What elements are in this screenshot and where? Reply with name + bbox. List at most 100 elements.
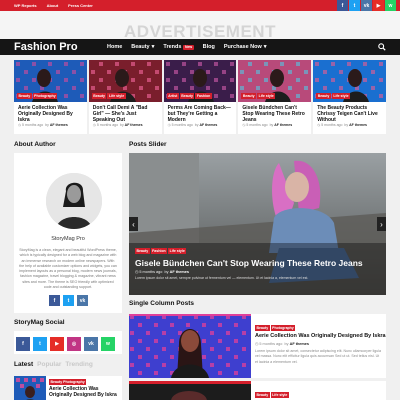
post-author[interactable]: AF themes: [349, 123, 367, 127]
slider-tag[interactable]: Beauty: [135, 248, 150, 254]
nav-item-label: Trends: [163, 44, 182, 50]
single-post-1-title[interactable]: Aerie Collection Was Originally Designed…: [255, 333, 386, 339]
slider-meta: ◷ 5 months ago by AF themes: [135, 270, 189, 274]
top-bar: WP Reports About Press Center f t vk ▶ w: [0, 0, 400, 11]
chevron-down-icon: ▾: [151, 44, 155, 50]
main-nav: Fashion Pro Home Beauty ▾ Trends New Blog …: [0, 39, 400, 55]
slider-title[interactable]: Gisele Bündchen Can't Stop Wearing These…: [135, 258, 363, 268]
nav-item-trends[interactable]: Trends New: [163, 44, 194, 50]
vk-icon[interactable]: vk: [77, 295, 88, 306]
carousel-card[interactable]: Beauty Life style Gisele Bündchen Can't St…: [238, 60, 312, 134]
latest-post-thumbnail[interactable]: [14, 376, 46, 400]
twitter-icon[interactable]: t: [33, 337, 47, 351]
top-link-wp-reports[interactable]: WP Reports: [14, 3, 37, 8]
carousel-card-meta: ◷ 5 months ago by AF themes: [317, 123, 367, 127]
social-icons: f t ▶ ◎ vk w: [16, 337, 115, 351]
tab-latest[interactable]: Latest: [14, 361, 33, 368]
vk-icon[interactable]: vk: [361, 0, 372, 11]
carousel-card-title[interactable]: Aerie Collection Was Originally Designed…: [18, 105, 84, 123]
carousel-card[interactable]: Artist Beauty Fashion Perms Are Coming Back…: [163, 60, 237, 134]
post-author[interactable]: AF themes: [50, 123, 68, 127]
whatsapp-icon[interactable]: w: [385, 0, 396, 11]
youtube-icon[interactable]: ▶: [373, 0, 384, 11]
post-time: 5 months ago: [22, 123, 44, 127]
featured-carousel: Beauty Photography Aerie Collection Was Or…: [14, 60, 386, 134]
carousel-card-title[interactable]: Gisele Bündchen Can't Stop Wearing These…: [242, 105, 308, 123]
nav-item-beauty[interactable]: Beauty ▾: [131, 44, 154, 50]
youtube-icon[interactable]: ▶: [50, 337, 64, 351]
post-tag[interactable]: Artist: [166, 93, 179, 99]
post-author[interactable]: AF themes: [199, 123, 217, 127]
post-tag[interactable]: Life style: [270, 392, 289, 398]
latest-post-item[interactable]: Beauty Photography Aerie Collection Was …: [14, 376, 122, 400]
post-time: 5 months ago: [246, 123, 268, 127]
post-tag[interactable]: Life style: [107, 93, 126, 99]
carousel-card[interactable]: Beauty Life style The Beauty Products Chri…: [313, 60, 386, 134]
tab-trending[interactable]: Trending: [65, 361, 92, 368]
carousel-card-title[interactable]: Don't Call Demi A "Bad Girl" — She's Jus…: [93, 105, 159, 123]
carousel-card[interactable]: Beauty Life style Don't Call Demi A "Bad G…: [88, 60, 162, 134]
post-tag[interactable]: Beauty: [255, 325, 270, 331]
top-link-about[interactable]: About: [47, 3, 59, 8]
post-time: 5 months ago: [171, 123, 193, 127]
nav-item-label: Purchase Now: [223, 44, 262, 50]
post-tag[interactable]: Beauty: [316, 93, 331, 99]
single-post-2-image[interactable]: [129, 381, 251, 400]
tab-popular[interactable]: Popular: [37, 361, 61, 368]
slider-tags: Beauty Fashion Life style: [135, 248, 187, 254]
slider-author[interactable]: AF themes: [170, 270, 189, 274]
carousel-card-meta: ◷ 5 months ago by AF themes: [167, 123, 218, 127]
single-post-1-image[interactable]: [129, 314, 251, 378]
search-icon[interactable]: [378, 43, 386, 51]
post-tabs: Latest Popular Trending: [14, 361, 93, 368]
post-tag[interactable]: Life style: [331, 93, 351, 99]
post-tag[interactable]: Beauty: [241, 93, 257, 99]
posts-slider[interactable]: ‹ › Beauty Fashion Life style Gisele Bün…: [129, 153, 386, 295]
advertisement-banner[interactable]: ADVERTISEMENT BANNER ADVERTISEMENT SECTI…: [0, 11, 400, 45]
post-tag[interactable]: Life style: [257, 93, 276, 99]
nav-item-home[interactable]: Home: [107, 44, 122, 50]
carousel-card-title[interactable]: Perms Are Coming Back—but They're Gettin…: [168, 105, 234, 123]
post-tag[interactable]: Beauty: [17, 93, 32, 99]
slider-tag[interactable]: Fashion: [150, 248, 168, 254]
nav-item-blog[interactable]: Blog: [203, 44, 215, 50]
latest-post-tags[interactable]: Beauty Photography: [49, 379, 87, 385]
twitter-icon[interactable]: t: [349, 0, 360, 11]
post-time: 5 months ago: [259, 342, 283, 346]
post-tag[interactable]: Photography: [270, 325, 296, 331]
single-post-2: Beauty Life style: [129, 381, 386, 400]
twitter-icon[interactable]: t: [63, 295, 74, 306]
post-tag[interactable]: Fashion: [195, 93, 212, 99]
single-post-2-tags: Beauty Life style: [255, 392, 289, 398]
carousel-card-tags: Beauty Photography: [17, 93, 58, 99]
whatsapp-icon[interactable]: w: [101, 337, 115, 351]
post-tag[interactable]: Beauty: [179, 93, 195, 99]
facebook-icon[interactable]: f: [337, 0, 348, 11]
post-author[interactable]: AF themes: [274, 123, 292, 127]
vk-icon[interactable]: vk: [84, 337, 98, 351]
site-brand[interactable]: Fashion Pro: [14, 39, 78, 55]
facebook-icon[interactable]: f: [49, 295, 60, 306]
top-link-press-center[interactable]: Press Center: [68, 3, 93, 8]
latest-post-title[interactable]: Aerie Collection Was Originally Designed…: [49, 386, 121, 398]
post-tag[interactable]: Photography: [32, 93, 58, 99]
post-tag[interactable]: Beauty: [91, 93, 107, 99]
posts-slider-heading: Posts Slider: [129, 141, 167, 148]
post-author[interactable]: AF themes: [290, 342, 309, 346]
carousel-card-title[interactable]: The Beauty Products Chrissy Teigen Can't…: [317, 105, 383, 123]
facebook-icon[interactable]: f: [16, 337, 30, 351]
slider-tag[interactable]: Life style: [168, 248, 187, 254]
nav-item-label: Home: [107, 44, 123, 50]
post-author[interactable]: AF themes: [125, 123, 143, 127]
about-author-heading: About Author: [14, 141, 56, 148]
instagram-icon[interactable]: ◎: [67, 337, 81, 351]
post-tag[interactable]: Beauty: [255, 392, 270, 398]
slider-prev-arrow[interactable]: ‹: [129, 217, 138, 231]
slider-next-arrow[interactable]: ›: [377, 217, 386, 231]
avatar: [46, 173, 102, 229]
carousel-card-tags: Artist Beauty Fashion: [166, 93, 212, 99]
slider-time: 5 months ago: [139, 270, 163, 274]
nav-item-purchase-now[interactable]: Purchase Now ▾: [224, 44, 267, 50]
chevron-down-icon: ▾: [263, 44, 267, 50]
carousel-card[interactable]: Beauty Photography Aerie Collection Was Or…: [14, 60, 87, 134]
